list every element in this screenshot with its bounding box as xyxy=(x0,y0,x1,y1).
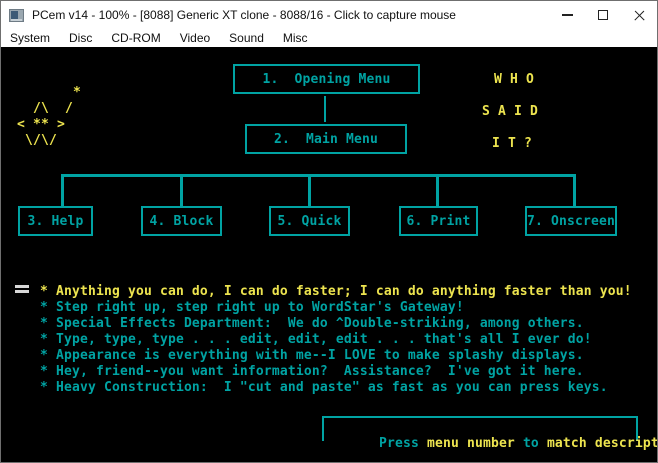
menu-item-system[interactable]: System xyxy=(10,31,50,45)
menu-box-quick: 5. Quick xyxy=(269,206,350,236)
description-line-highlighted: * Anything you can do, I can do faster; … xyxy=(40,284,632,299)
menu-box-label: 6. Print xyxy=(406,213,471,229)
menu-box-label: 3. Help xyxy=(27,213,84,229)
close-icon xyxy=(633,9,646,22)
menu-box-block: 4. Block xyxy=(141,206,222,236)
app-icon-detail xyxy=(11,18,22,21)
menu-box-label: 1. Opening Menu xyxy=(262,71,391,87)
description-line: * Special Effects Department: We do ^Dou… xyxy=(40,316,584,331)
menu-box-label: 7. Onscreen xyxy=(527,213,615,229)
ascii-art-owl: * /\ / < ** > \/\/ xyxy=(16,85,81,148)
description-line: * Type, type, type . . . edit, edit, edi… xyxy=(40,332,592,347)
window-title: PCem v14 - 100% - [8088] Generic XT clon… xyxy=(32,8,456,22)
titlebar: PCem v14 - 100% - [8088] Generic XT clon… xyxy=(1,1,657,29)
menu-box-label: 4. Block xyxy=(149,213,214,229)
menubar: System Disc CD-ROM Video Sound Misc xyxy=(1,29,657,47)
menu-item-disc[interactable]: Disc xyxy=(69,31,92,45)
menu-box-opening-menu: 1. Opening Menu xyxy=(233,64,420,94)
menu-item-sound[interactable]: Sound xyxy=(229,31,264,45)
prompt-box: Press menu number to match description xyxy=(322,416,657,451)
menu-item-misc[interactable]: Misc xyxy=(283,31,308,45)
tree-drop-print xyxy=(436,174,439,206)
prompt-segment: to xyxy=(522,436,547,451)
text-cursor xyxy=(15,285,29,293)
description-line: * Hey, friend--you want information? Ass… xyxy=(40,364,584,379)
puzzle-title-line1: W H O xyxy=(494,72,534,87)
description-line: * Appearance is everything with me--I LO… xyxy=(40,348,584,363)
emulator-screen[interactable]: * /\ / < ** > \/\/ 1. Opening Menu 2. Ma… xyxy=(1,47,657,462)
minimize-icon xyxy=(561,14,573,16)
menu-item-video[interactable]: Video xyxy=(180,31,210,45)
tree-drop-onscreen xyxy=(573,174,576,206)
prompt-segment: match description xyxy=(546,436,658,451)
pcem-window: PCem v14 - 100% - [8088] Generic XT clon… xyxy=(0,0,658,463)
tree-drop-block xyxy=(180,174,183,206)
minimize-button[interactable] xyxy=(549,1,585,29)
tree-drop-help xyxy=(61,174,64,206)
maximize-button[interactable] xyxy=(585,1,621,29)
tree-connector-horizontal xyxy=(61,174,576,177)
menu-box-onscreen: 7. Onscreen xyxy=(525,206,617,236)
tree-drop-quick xyxy=(308,174,311,206)
menu-box-main-menu: 2. Main Menu xyxy=(245,124,407,154)
menu-box-print: 6. Print xyxy=(399,206,478,236)
description-line: * Step right up, step right up to WordSt… xyxy=(40,300,464,315)
pcem-app-icon[interactable] xyxy=(9,8,24,22)
close-button[interactable] xyxy=(621,1,657,29)
menu-box-label: 5. Quick xyxy=(277,213,342,229)
window-controls xyxy=(549,1,657,29)
prompt-segment: menu number xyxy=(426,436,523,451)
menu-item-cdrom[interactable]: CD-ROM xyxy=(111,31,160,45)
puzzle-title-line2: S A I D xyxy=(482,104,538,119)
menu-box-help: 3. Help xyxy=(18,206,93,236)
maximize-icon xyxy=(598,10,608,20)
menu-box-label: 2. Main Menu xyxy=(274,131,378,147)
tree-connector-vertical xyxy=(324,96,326,122)
description-line: * Heavy Construction: I "cut and paste" … xyxy=(40,380,608,395)
prompt-segment: Press xyxy=(378,436,427,451)
puzzle-title-line3: I T ? xyxy=(492,136,532,151)
